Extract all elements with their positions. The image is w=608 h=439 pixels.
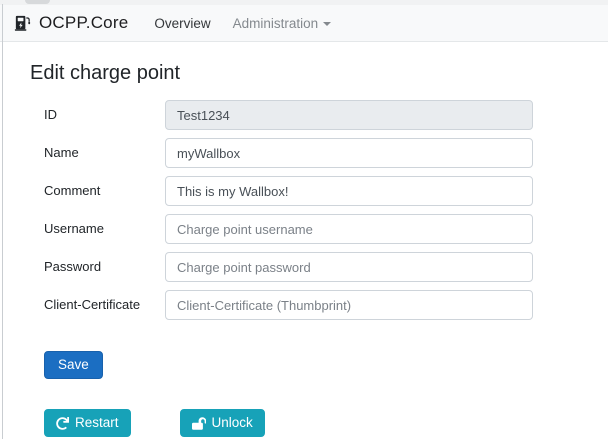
username-label: Username: [44, 214, 165, 244]
name-label: Name: [44, 138, 165, 168]
form-row-name: Name: [44, 138, 608, 168]
form-row-password: Password: [44, 252, 608, 282]
browser-chrome-fragment: [25, 0, 50, 4]
action-buttons-row: Restart Unlock: [44, 409, 608, 437]
unlock-button[interactable]: Unlock: [180, 409, 265, 437]
page-title: Edit charge point: [30, 62, 608, 85]
main-content: Edit charge point ID Name Comment Userna…: [0, 42, 608, 437]
id-label: ID: [44, 100, 165, 130]
form-row-username: Username: [44, 214, 608, 244]
client-certificate-label: Client-Certificate: [44, 290, 165, 320]
form-row-client-certificate: Client-Certificate: [44, 290, 608, 320]
brand-label: OCPP.Core: [39, 13, 128, 33]
comment-input[interactable]: [165, 176, 533, 206]
comment-label: Comment: [44, 176, 165, 206]
form-row-id: ID: [44, 100, 608, 130]
nav-item-overview[interactable]: Overview: [146, 12, 218, 35]
unlock-icon: [192, 417, 206, 430]
restart-button-label: Restart: [75, 415, 119, 431]
chevron-down-icon: [323, 22, 331, 26]
name-input[interactable]: [165, 138, 533, 168]
navbar-brand[interactable]: OCPP.Core: [13, 13, 128, 33]
restart-icon: [56, 417, 69, 430]
edit-charge-point-form: ID Name Comment Username Password Client…: [44, 100, 608, 379]
app-window: OCPP.Core Overview Administration Edit c…: [0, 0, 608, 439]
client-certificate-input[interactable]: [165, 290, 533, 320]
window-left-border: [2, 4, 3, 439]
browser-chrome-strip: [0, 0, 608, 5]
save-button[interactable]: Save: [44, 351, 103, 379]
password-input[interactable]: [165, 252, 533, 282]
unlock-button-label: Unlock: [212, 415, 253, 431]
password-label: Password: [44, 252, 165, 282]
id-input: [165, 100, 533, 130]
nav-administration-label: Administration: [233, 16, 319, 31]
username-input[interactable]: [165, 214, 533, 244]
form-row-comment: Comment: [44, 176, 608, 206]
navbar: OCPP.Core Overview Administration: [0, 5, 608, 42]
restart-button[interactable]: Restart: [44, 409, 131, 437]
charging-station-logo-icon: [13, 14, 32, 33]
nav-item-administration[interactable]: Administration: [225, 12, 340, 35]
